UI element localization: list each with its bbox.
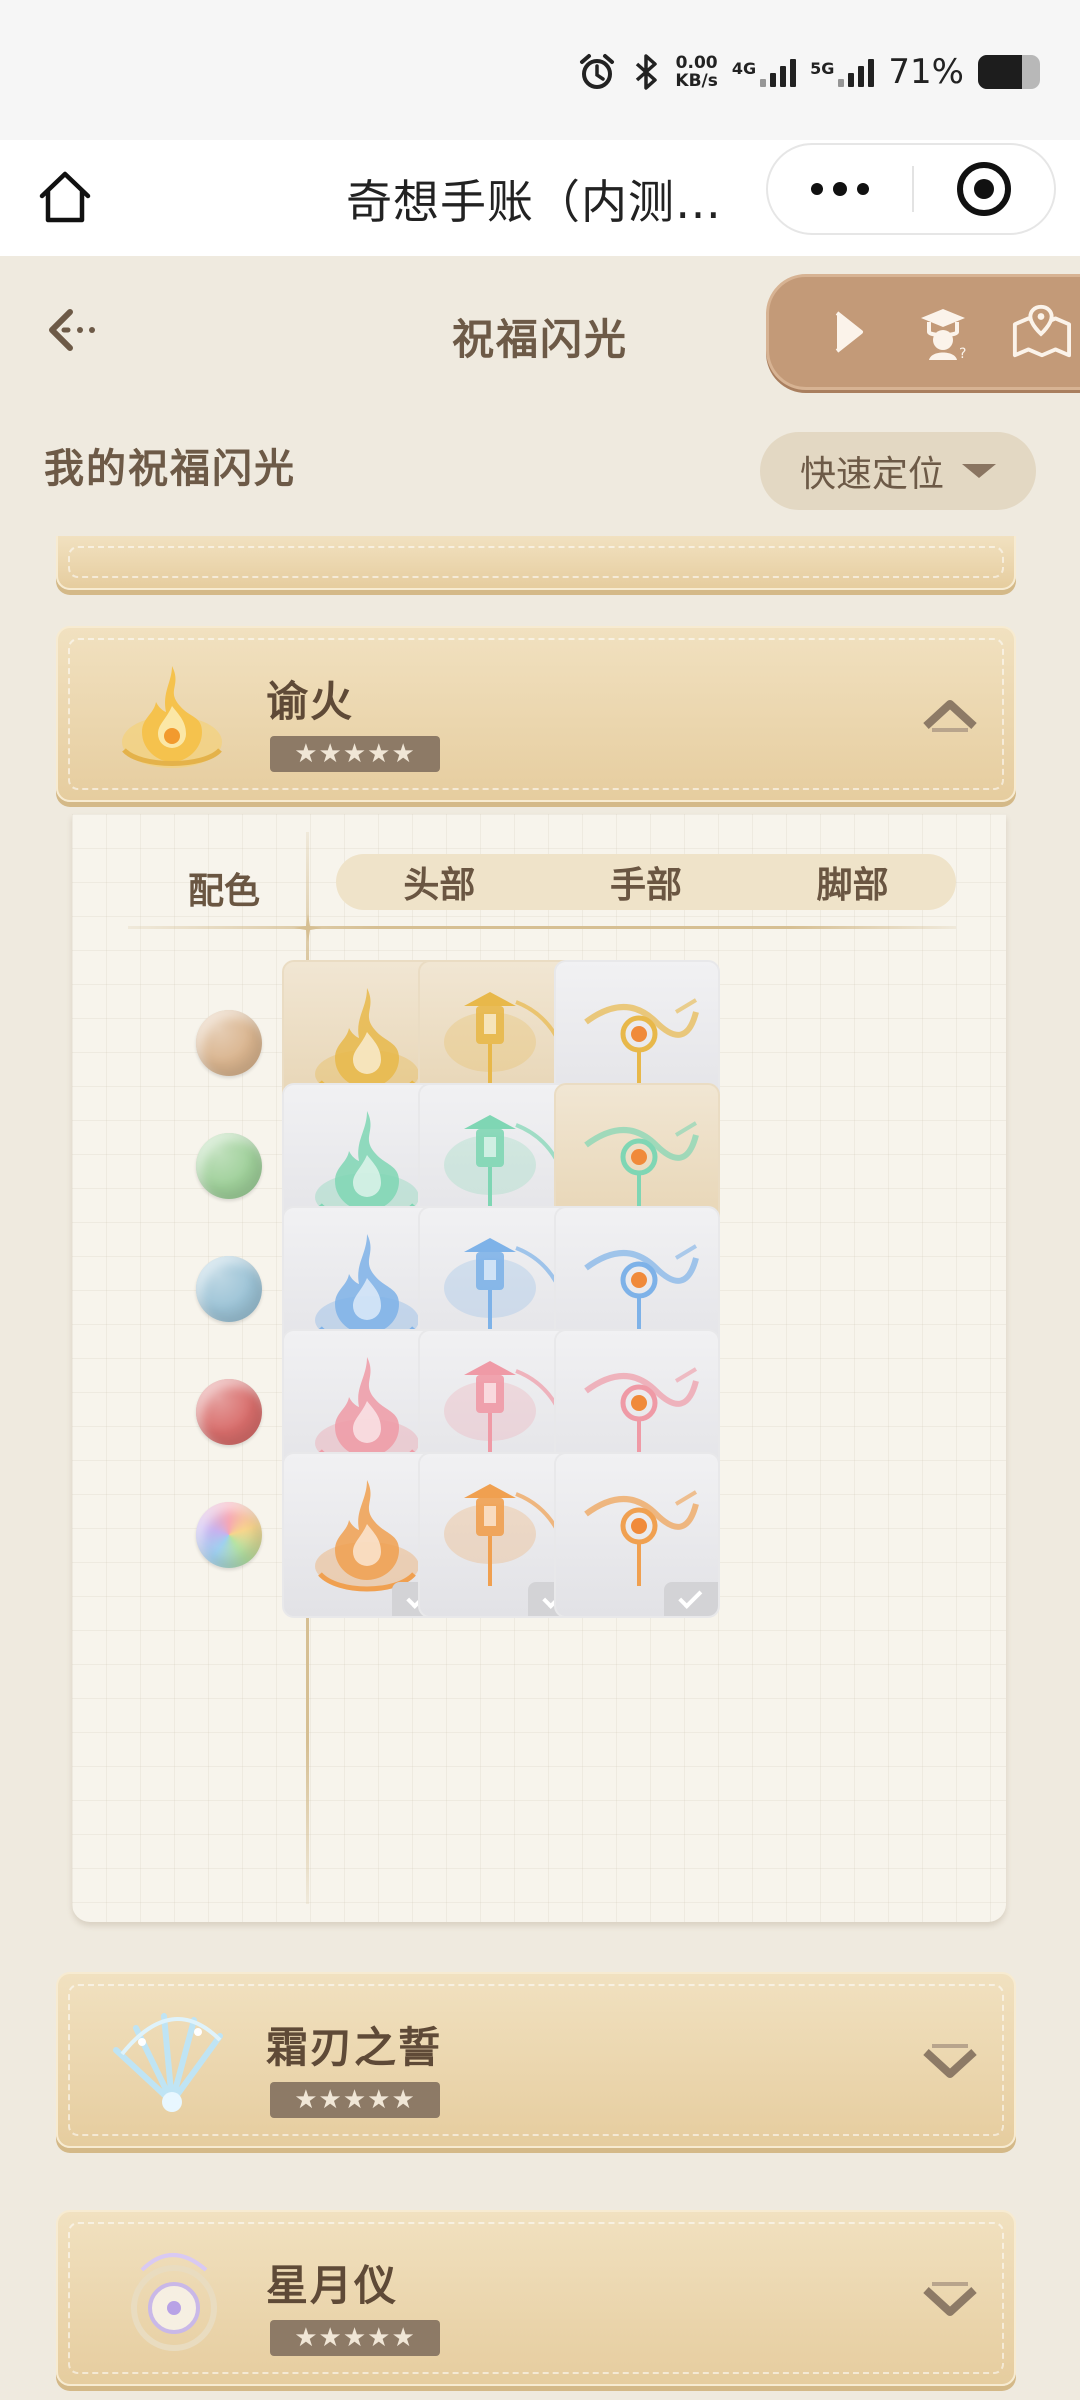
alarm-icon xyxy=(577,52,617,92)
color-swatch-gold[interactable] xyxy=(196,1010,262,1076)
battery-icon xyxy=(978,55,1040,89)
signal-5g-icon: 5G xyxy=(810,57,875,87)
column-header-head: 头部 xyxy=(403,865,476,906)
sparkle-icon xyxy=(294,914,322,942)
column-headers: 头部 手部 脚部 xyxy=(336,854,956,910)
frost-blade-fan-thumbnail xyxy=(113,2013,223,2112)
more-button[interactable] xyxy=(768,145,912,233)
speed-value: 0.00 xyxy=(675,53,718,73)
color-header: 配色 xyxy=(188,871,261,912)
guide-button[interactable]: ? xyxy=(915,302,975,362)
home-button[interactable] xyxy=(36,168,94,226)
chevron-down-icon[interactable] xyxy=(922,2034,978,2090)
mini-program-nav-bar: 奇想手账（内测… xyxy=(0,140,1080,256)
star-rating: ★★★★★ xyxy=(270,2082,440,2118)
collection-card[interactable]: 谕火 ★★★★★ xyxy=(56,626,1016,802)
fire-emblem-thumbnail xyxy=(122,666,222,768)
capsule-menu xyxy=(766,143,1056,235)
battery-percent: 71% xyxy=(888,52,964,92)
status-icons: 0.00 KB/s 4G 5G 71% xyxy=(577,44,1040,100)
speed-unit: KB/s xyxy=(675,71,718,91)
chevron-down-icon xyxy=(962,464,996,478)
network-speed: 0.00 KB/s xyxy=(675,54,717,90)
play-icon xyxy=(835,311,863,353)
quick-locate-dropdown[interactable]: 快速定位 xyxy=(760,432,1036,510)
play-button[interactable] xyxy=(819,302,879,362)
variant-cell-foot-rainbow[interactable] xyxy=(554,1452,720,1618)
home-icon xyxy=(39,171,91,223)
variant-grid-panel: 配色 头部 手部 脚部 xyxy=(72,814,1006,1922)
chevron-down-icon[interactable] xyxy=(922,2272,978,2328)
color-swatch-blue[interactable] xyxy=(196,1256,262,1322)
map-icon xyxy=(1012,304,1071,358)
card-name: 谕火 xyxy=(266,677,355,726)
color-swatch-rainbow[interactable] xyxy=(196,1502,262,1568)
page-header: 祝福闪光 ? xyxy=(0,256,1080,406)
status-bar: 0.00 KB/s 4G 5G 71% xyxy=(0,0,1080,140)
net-label-5g: 5G xyxy=(810,59,835,78)
quick-locate-label: 快速定位 xyxy=(799,454,944,495)
star-moon-instrument-thumbnail xyxy=(131,2253,217,2351)
collection-card[interactable]: 霜刃之誓 ★★★★★ xyxy=(56,1972,1016,2148)
unchecked-icon xyxy=(664,1582,718,1616)
star-rating: ★★★★★ xyxy=(270,736,440,772)
chevron-up-icon[interactable] xyxy=(922,688,978,744)
grid-divider-horizontal xyxy=(128,926,956,929)
guide-icon: ? xyxy=(921,309,966,362)
more-icon xyxy=(811,182,869,196)
page-content: 祝福闪光 ? 我的祝福闪光 快速定位 谕火 ★★★★★ 配色 头部 手部 脚部 … xyxy=(0,256,1080,2400)
card-name: 霜刃之誓 xyxy=(266,2023,443,2072)
tool-pill: ? xyxy=(766,274,1080,390)
section-title: 我的祝福闪光 xyxy=(44,446,296,492)
close-button[interactable] xyxy=(914,145,1054,233)
column-header-foot: 脚部 xyxy=(816,865,889,906)
map-button[interactable] xyxy=(1011,302,1071,362)
collection-card[interactable]: 星月仪 ★★★★★ xyxy=(56,2210,1016,2386)
mini-program-title: 奇想手账（内测… xyxy=(346,175,722,229)
collection-card-partial[interactable] xyxy=(56,536,1016,590)
close-target-icon xyxy=(957,162,1011,216)
column-header-hand: 手部 xyxy=(610,865,683,906)
svg-text:?: ? xyxy=(959,346,966,362)
color-swatch-red[interactable] xyxy=(196,1379,262,1445)
card-name: 星月仪 xyxy=(266,2261,399,2310)
net-label-4g: 4G xyxy=(731,59,757,78)
bluetooth-icon xyxy=(631,52,661,92)
star-rating: ★★★★★ xyxy=(270,2320,440,2356)
signal-4g-icon: 4G xyxy=(731,57,797,87)
color-swatch-green[interactable] xyxy=(196,1133,262,1199)
battery-fill xyxy=(978,55,1023,89)
